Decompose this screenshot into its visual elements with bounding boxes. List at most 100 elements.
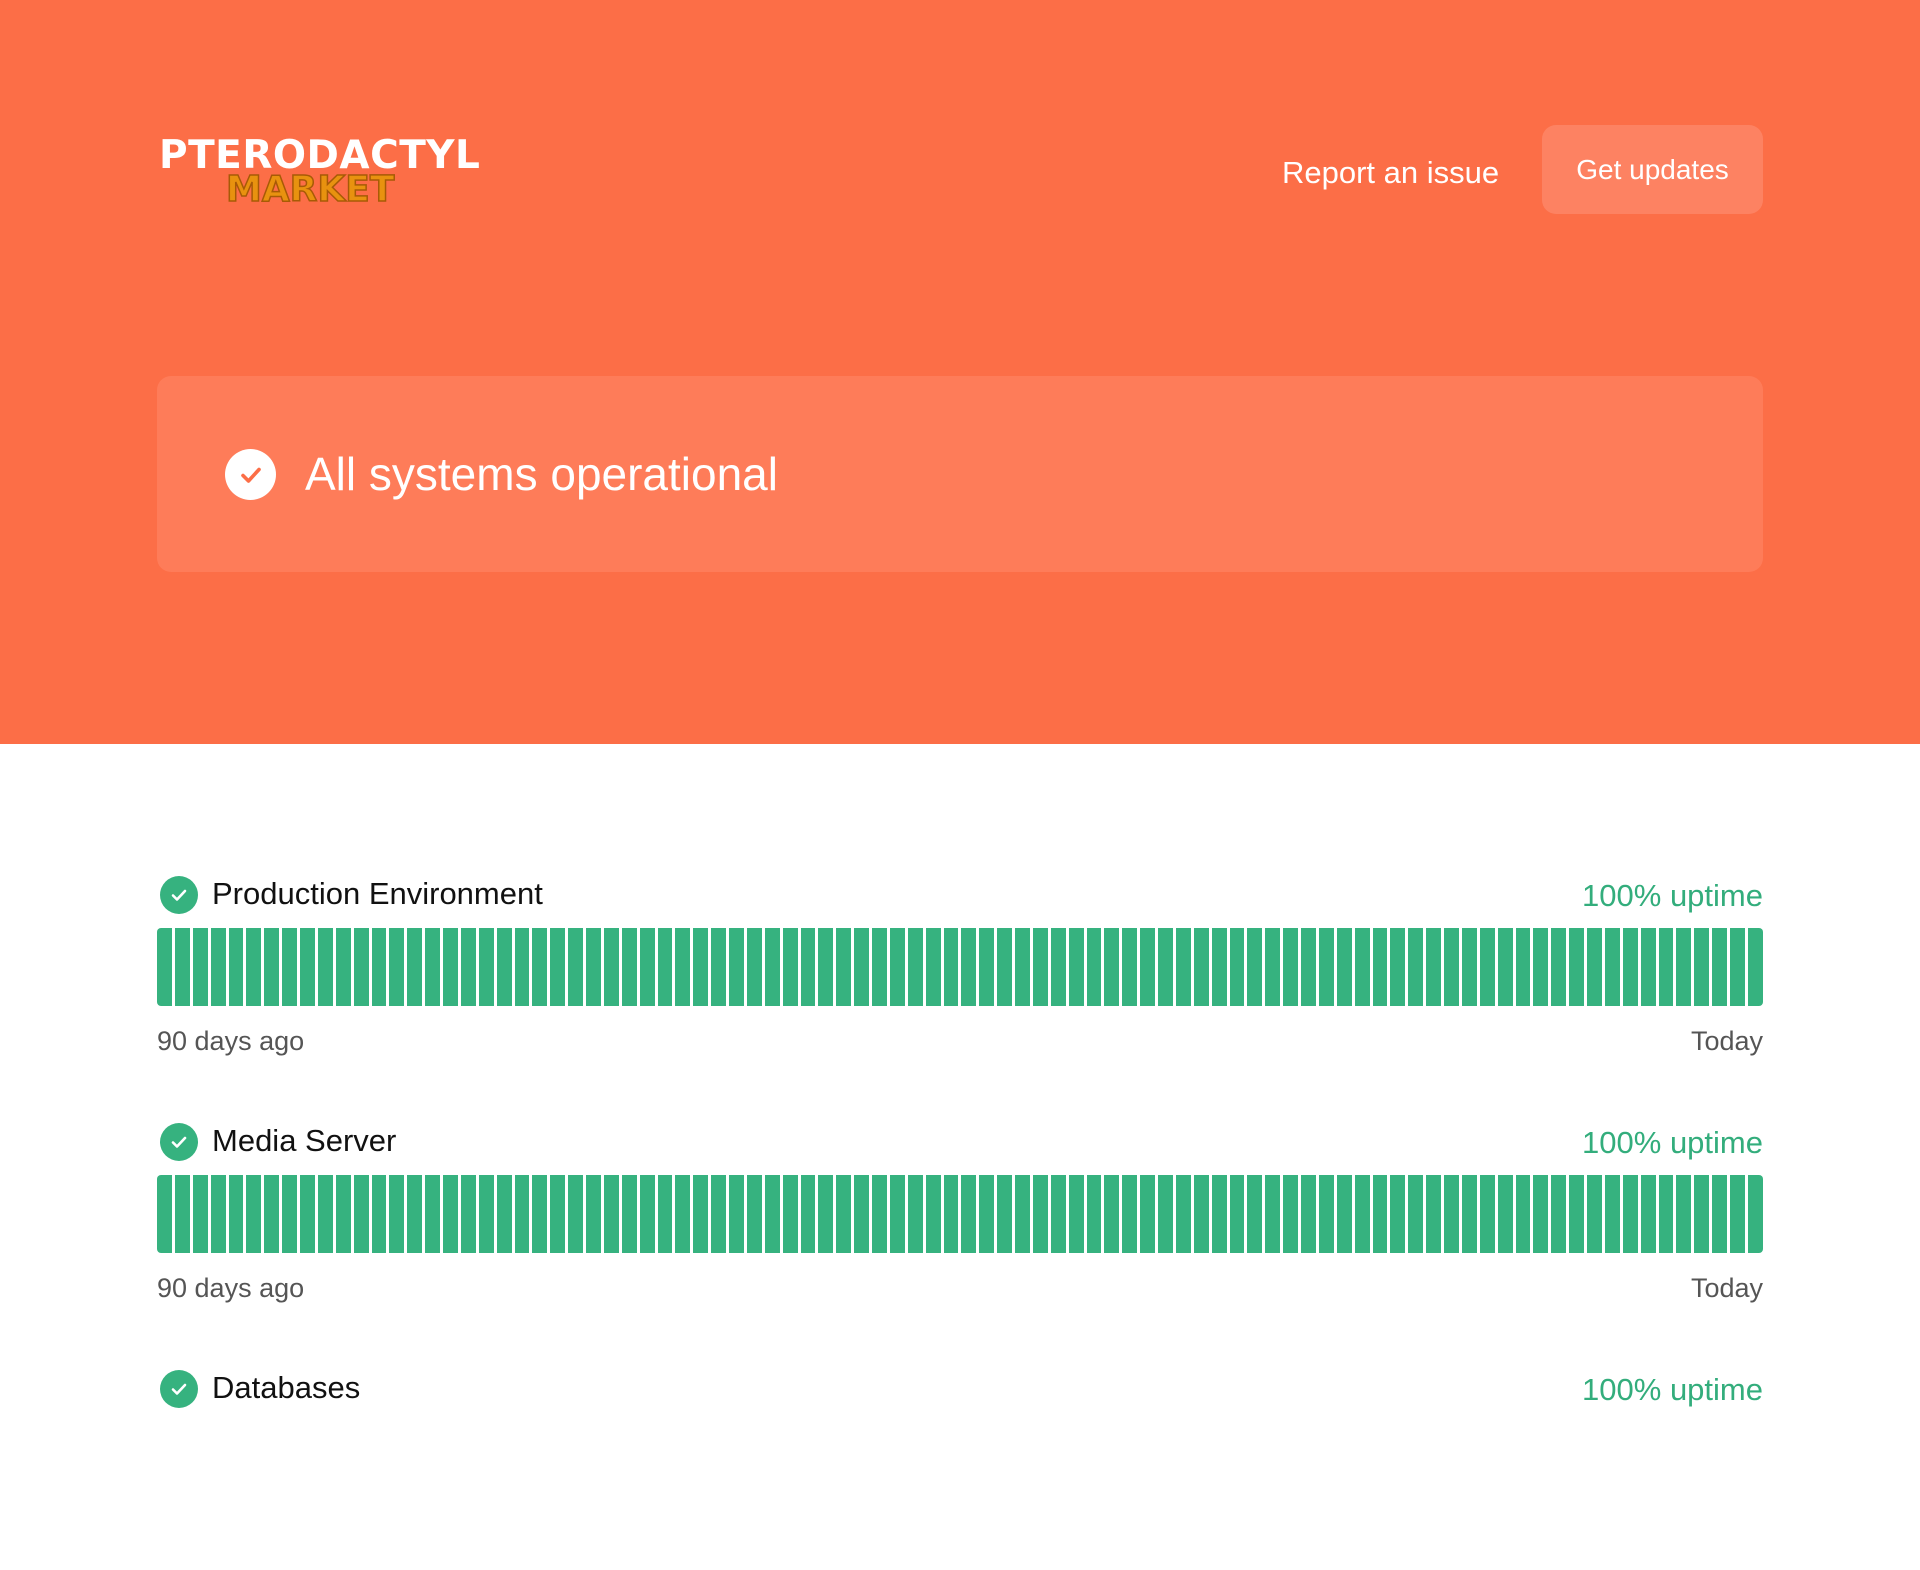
- uptime-day-bar[interactable]: [1712, 1175, 1727, 1253]
- uptime-day-bar[interactable]: [961, 1175, 977, 1253]
- uptime-day-bar[interactable]: [1730, 928, 1745, 1006]
- uptime-day-bar[interactable]: [317, 1175, 333, 1253]
- uptime-day-bar[interactable]: [1569, 928, 1584, 1006]
- uptime-day-bar[interactable]: [496, 928, 512, 1006]
- uptime-day-bar[interactable]: [264, 1175, 280, 1253]
- uptime-day-bar[interactable]: [1318, 1175, 1334, 1253]
- uptime-day-bar[interactable]: [1730, 1175, 1745, 1253]
- uptime-day-bar[interactable]: [729, 1175, 744, 1253]
- uptime-day-bar[interactable]: [1086, 1175, 1102, 1253]
- uptime-day-bar[interactable]: [1622, 1175, 1638, 1253]
- uptime-day-bar[interactable]: [1426, 928, 1441, 1006]
- uptime-day-bar[interactable]: [1479, 928, 1495, 1006]
- uptime-day-bar[interactable]: [603, 1175, 619, 1253]
- uptime-day-bar[interactable]: [782, 928, 798, 1006]
- uptime-day-bar[interactable]: [1104, 928, 1120, 1006]
- uptime-day-bar[interactable]: [192, 928, 208, 1006]
- uptime-day-bar[interactable]: [1283, 1175, 1298, 1253]
- uptime-day-bar[interactable]: [1622, 928, 1638, 1006]
- uptime-day-bar[interactable]: [997, 1175, 1012, 1253]
- report-issue-link[interactable]: Report an issue: [1282, 152, 1499, 194]
- uptime-day-bar[interactable]: [1390, 928, 1406, 1006]
- uptime-day-bar[interactable]: [639, 928, 655, 1006]
- uptime-day-bar[interactable]: [925, 1175, 941, 1253]
- uptime-day-bar[interactable]: [1551, 928, 1567, 1006]
- uptime-day-bar[interactable]: [300, 1175, 315, 1253]
- uptime-day-bar[interactable]: [478, 928, 494, 1006]
- uptime-day-bar[interactable]: [1354, 928, 1370, 1006]
- uptime-day-bar[interactable]: [907, 928, 923, 1006]
- uptime-day-bar[interactable]: [782, 1175, 798, 1253]
- uptime-day-bar[interactable]: [1229, 928, 1245, 1006]
- uptime-day-bar[interactable]: [514, 1175, 530, 1253]
- uptime-day-bar[interactable]: [979, 1175, 995, 1253]
- uptime-day-bar[interactable]: [1444, 1175, 1459, 1253]
- uptime-day-bar[interactable]: [407, 928, 423, 1006]
- uptime-day-bar[interactable]: [1336, 1175, 1352, 1253]
- uptime-day-bar[interactable]: [711, 928, 726, 1006]
- uptime-day-bar[interactable]: [961, 928, 977, 1006]
- uptime-day-bar[interactable]: [246, 1175, 262, 1253]
- uptime-day-bar[interactable]: [1408, 1175, 1424, 1253]
- uptime-day-bar[interactable]: [460, 1175, 476, 1253]
- uptime-day-bar[interactable]: [210, 928, 226, 1006]
- uptime-day-bar[interactable]: [1408, 928, 1424, 1006]
- uptime-day-bar[interactable]: [746, 1175, 762, 1253]
- uptime-day-bar[interactable]: [1211, 1175, 1227, 1253]
- uptime-day-bar[interactable]: [407, 1175, 423, 1253]
- uptime-day-bar[interactable]: [889, 928, 905, 1006]
- uptime-day-bar[interactable]: [353, 1175, 369, 1253]
- uptime-day-bar[interactable]: [729, 928, 744, 1006]
- uptime-day-bar[interactable]: [1318, 928, 1334, 1006]
- uptime-day-bar[interactable]: [371, 928, 387, 1006]
- uptime-day-bar[interactable]: [1193, 1175, 1209, 1253]
- uptime-day-bar[interactable]: [1301, 928, 1316, 1006]
- uptime-day-bar[interactable]: [997, 928, 1012, 1006]
- uptime-day-bar[interactable]: [1301, 1175, 1316, 1253]
- uptime-day-bar[interactable]: [353, 928, 369, 1006]
- get-updates-button[interactable]: Get updates: [1542, 125, 1763, 214]
- uptime-day-bar[interactable]: [157, 928, 172, 1006]
- uptime-day-bar[interactable]: [1032, 1175, 1048, 1253]
- uptime-day-bar[interactable]: [1658, 928, 1674, 1006]
- uptime-day-bar[interactable]: [1497, 1175, 1513, 1253]
- uptime-day-bar[interactable]: [1569, 1175, 1584, 1253]
- uptime-day-bar[interactable]: [764, 1175, 780, 1253]
- uptime-day-bar[interactable]: [550, 928, 566, 1006]
- uptime-day-bar[interactable]: [639, 1175, 655, 1253]
- uptime-day-bar[interactable]: [443, 1175, 458, 1253]
- uptime-day-bar[interactable]: [1122, 1175, 1138, 1253]
- uptime-day-bar[interactable]: [675, 928, 691, 1006]
- uptime-day-bar[interactable]: [1479, 1175, 1495, 1253]
- uptime-day-bar[interactable]: [1515, 1175, 1531, 1253]
- uptime-day-bar[interactable]: [460, 928, 476, 1006]
- uptime-day-bar[interactable]: [157, 1175, 172, 1253]
- uptime-day-bar[interactable]: [1193, 928, 1209, 1006]
- uptime-day-bar[interactable]: [389, 1175, 405, 1253]
- uptime-day-bar[interactable]: [693, 1175, 709, 1253]
- uptime-day-bar[interactable]: [907, 1175, 923, 1253]
- uptime-day-bar[interactable]: [1336, 928, 1352, 1006]
- uptime-day-bar[interactable]: [174, 928, 190, 1006]
- uptime-day-bar[interactable]: [1747, 1175, 1763, 1253]
- uptime-day-bar[interactable]: [425, 1175, 440, 1253]
- uptime-day-bar[interactable]: [228, 928, 244, 1006]
- uptime-day-bar[interactable]: [1587, 928, 1602, 1006]
- uptime-day-bar[interactable]: [675, 1175, 691, 1253]
- uptime-day-bar[interactable]: [1050, 1175, 1066, 1253]
- uptime-day-bar[interactable]: [1032, 928, 1048, 1006]
- uptime-day-bar[interactable]: [1497, 928, 1513, 1006]
- uptime-day-bar[interactable]: [568, 1175, 583, 1253]
- uptime-day-bar[interactable]: [1551, 1175, 1567, 1253]
- logo[interactable]: PTERODACTYL MARKET: [159, 134, 480, 214]
- uptime-day-bar[interactable]: [603, 928, 619, 1006]
- uptime-day-bar[interactable]: [478, 1175, 494, 1253]
- uptime-day-bar[interactable]: [889, 1175, 905, 1253]
- uptime-day-bar[interactable]: [925, 928, 941, 1006]
- uptime-day-bar[interactable]: [1068, 928, 1084, 1006]
- uptime-day-bar[interactable]: [1444, 928, 1459, 1006]
- uptime-day-bar[interactable]: [1015, 1175, 1030, 1253]
- uptime-day-bar[interactable]: [1372, 928, 1388, 1006]
- uptime-day-bar[interactable]: [1283, 928, 1298, 1006]
- uptime-day-bar[interactable]: [335, 1175, 351, 1253]
